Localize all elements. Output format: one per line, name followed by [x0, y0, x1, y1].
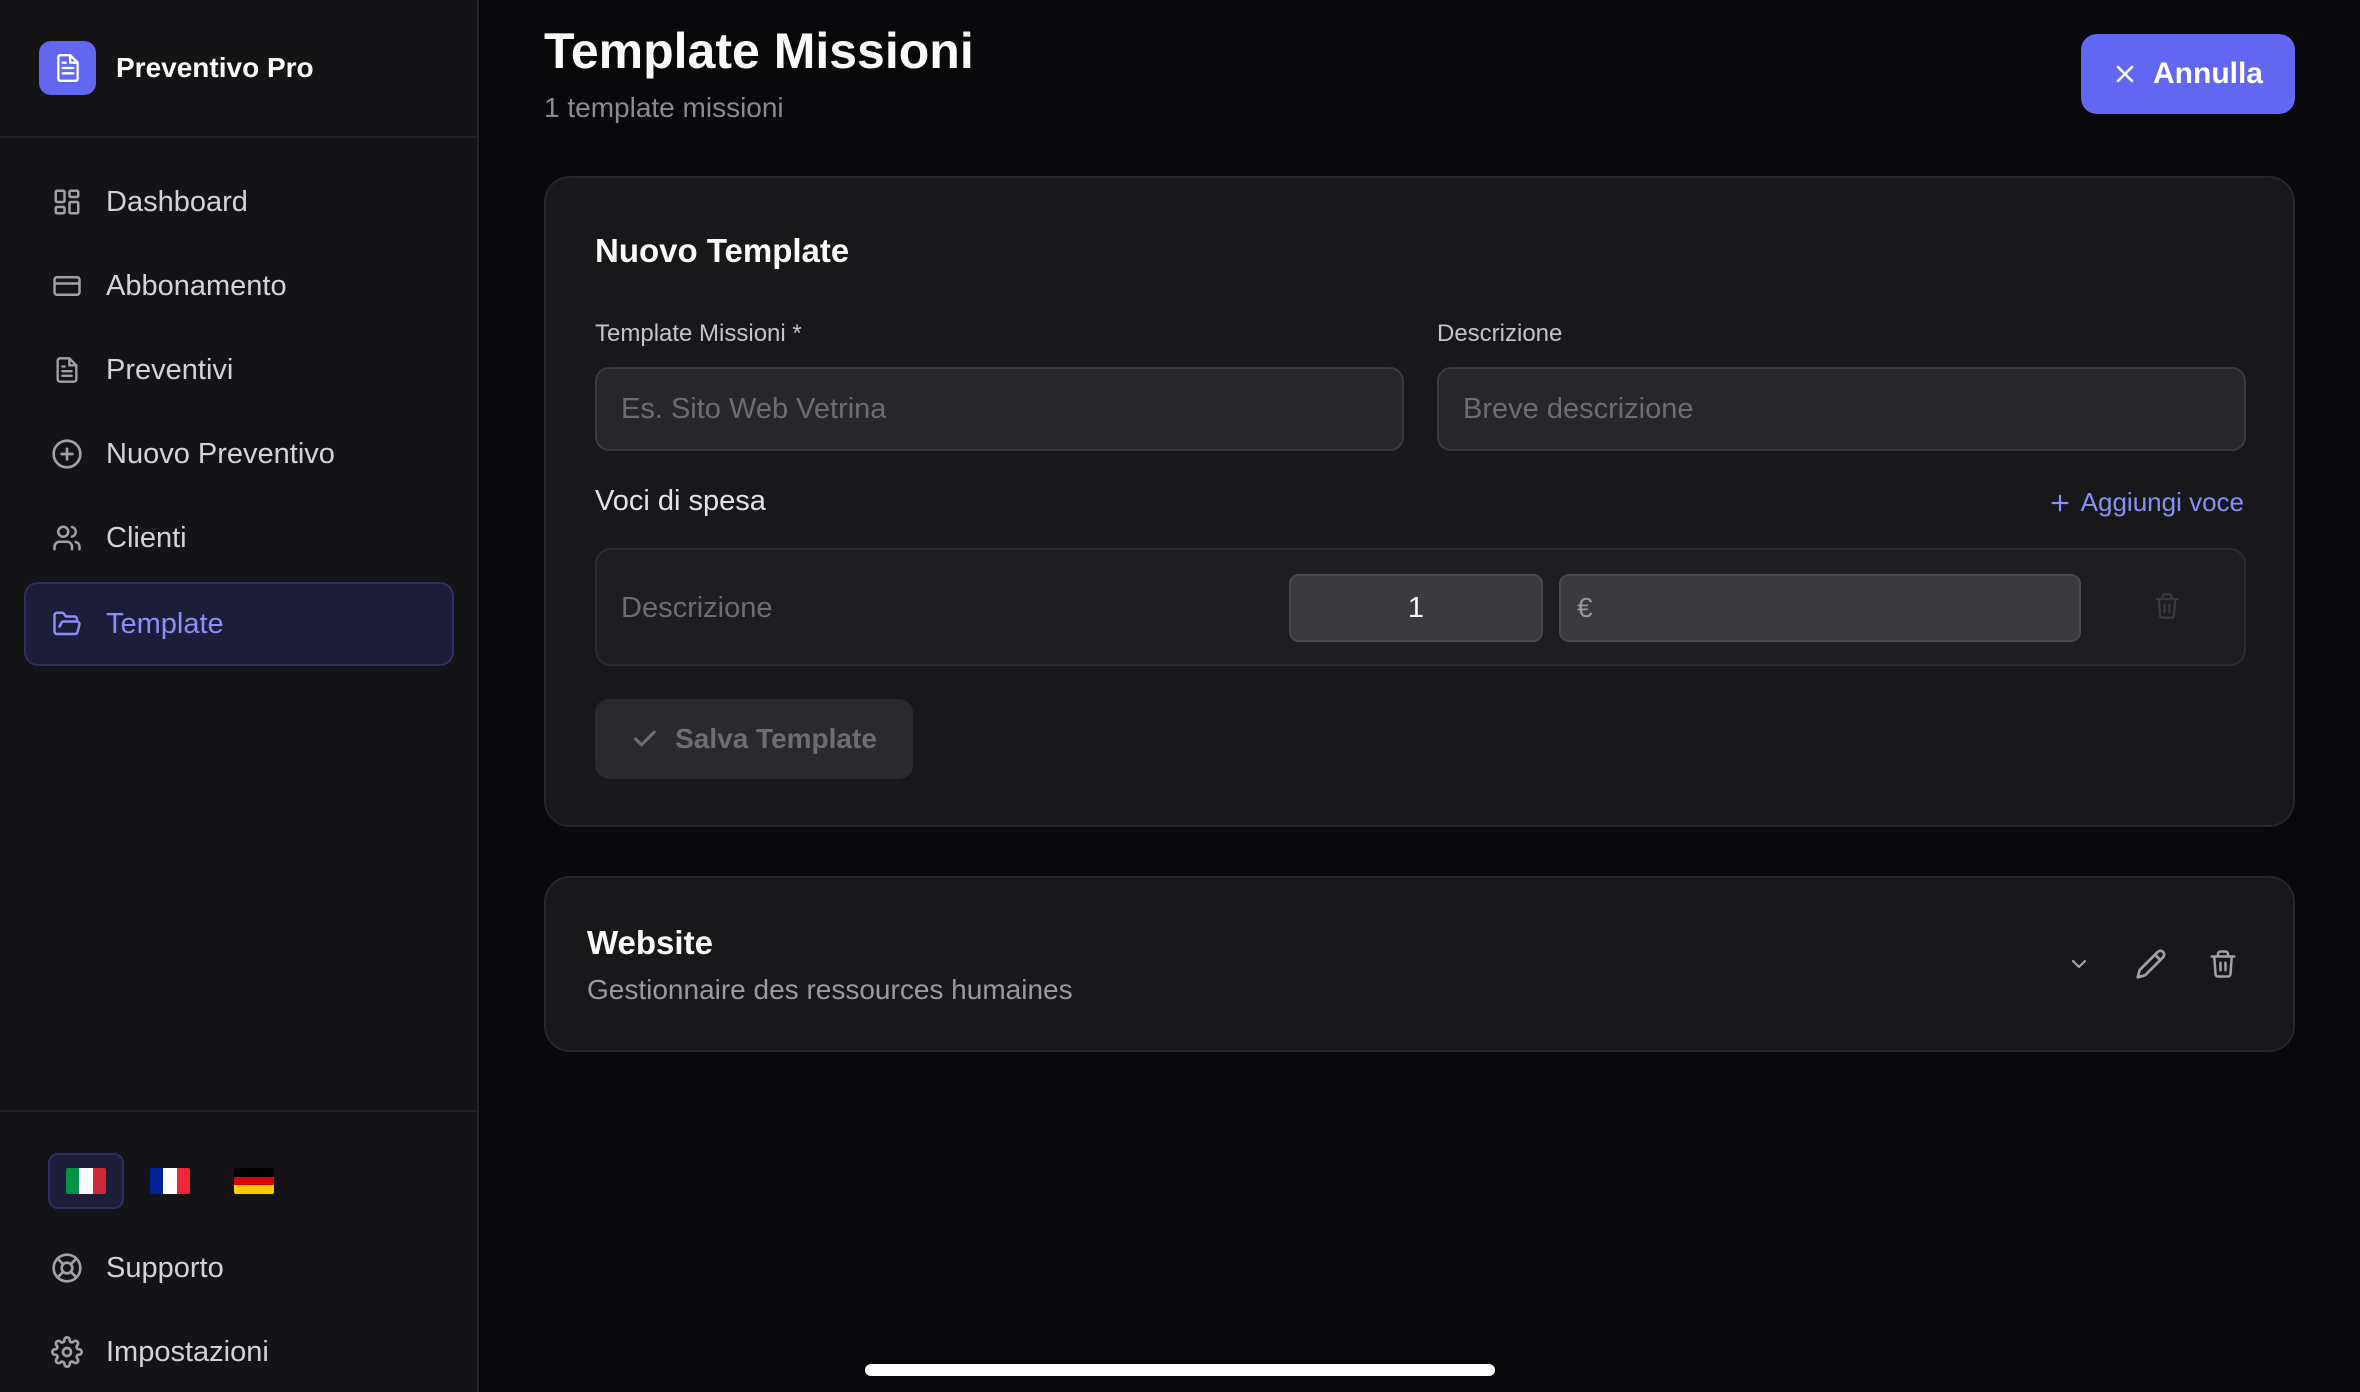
sidebar-item-label: Clienti — [106, 521, 187, 554]
template-description: Gestionnaire des ressources humaines — [587, 974, 1073, 1005]
sidebar-item-label: Abbonamento — [106, 269, 287, 302]
template-title: Website — [587, 924, 713, 961]
sidebar-divider — [0, 136, 477, 138]
dashboard-icon — [50, 185, 84, 219]
language-switcher — [48, 1153, 300, 1209]
users-icon — [50, 521, 84, 555]
trash-icon[interactable] — [2203, 944, 2243, 984]
template-card[interactable]: Website Gestionnaire des ressources huma… — [544, 876, 2295, 1052]
sidebar: Preventivo Pro Dashboard Abbonamento Pre… — [0, 0, 479, 1392]
plus-icon — [2049, 492, 2071, 514]
template-actions — [2027, 944, 2243, 984]
sidebar-item-label: Impostazioni — [106, 1335, 269, 1368]
check-icon — [631, 725, 659, 753]
sidebar-item-preventivi[interactable]: Preventivi — [24, 328, 454, 412]
edit-pencil-icon[interactable] — [2131, 944, 2171, 984]
credit-card-icon — [50, 269, 84, 303]
save-template-button[interactable]: Salva Template — [595, 699, 913, 779]
cancel-button[interactable]: Annulla — [2081, 34, 2295, 114]
add-item-button[interactable]: Aggiungi voce — [2049, 487, 2244, 518]
flag-france-icon — [150, 1168, 190, 1194]
sidebar-item-dashboard[interactable]: Dashboard — [24, 160, 454, 244]
sidebar-item-label: Supporto — [106, 1251, 224, 1284]
sidebar-item-abbonamento[interactable]: Abbonamento — [24, 244, 454, 328]
brand[interactable]: Preventivo Pro — [39, 41, 314, 95]
folder-open-icon — [50, 607, 84, 641]
trash-icon[interactable] — [2153, 590, 2181, 622]
sidebar-item-impostazioni[interactable]: Impostazioni — [24, 1310, 454, 1392]
cancel-button-label: Annulla — [2153, 57, 2263, 90]
sidebar-item-label: Dashboard — [106, 185, 248, 218]
template-name-placeholder: Es. Sito Web Vetrina — [621, 392, 887, 425]
document-icon — [50, 353, 84, 387]
language-de-button[interactable] — [216, 1153, 292, 1209]
language-fr-button[interactable] — [132, 1153, 208, 1209]
sidebar-item-clienti[interactable]: Clienti — [24, 496, 454, 580]
template-name-input[interactable]: Es. Sito Web Vetrina — [595, 367, 1404, 451]
app-name: Preventivo Pro — [116, 52, 314, 83]
chevron-down-icon[interactable] — [2059, 944, 2099, 984]
lifebuoy-icon — [50, 1251, 84, 1285]
sidebar-nav: Dashboard Abbonamento Preventivi Nuovo P… — [24, 160, 454, 666]
description-label: Descrizione — [1437, 320, 1563, 347]
flag-italy-icon — [66, 1168, 106, 1194]
sidebar-item-label: Preventivi — [106, 353, 234, 386]
description-input[interactable]: Breve descrizione — [1437, 367, 2246, 451]
plus-circle-icon — [50, 437, 84, 471]
flag-germany-icon — [234, 1168, 274, 1194]
sidebar-bottom-nav: Supporto Impostazioni — [24, 1226, 454, 1392]
expense-price-input[interactable]: € — [1559, 574, 2081, 642]
app-logo-icon — [39, 41, 96, 95]
new-template-form: Nuovo Template Template Missioni * Es. S… — [544, 176, 2295, 827]
form-title: Nuovo Template — [595, 232, 850, 269]
sidebar-item-nuovo-preventivo[interactable]: Nuovo Preventivo — [24, 412, 454, 496]
home-indicator — [865, 1364, 1495, 1376]
expense-row: Descrizione 1 € — [595, 548, 2246, 666]
page-subtitle: 1 template missioni — [544, 92, 784, 123]
language-it-button[interactable] — [48, 1153, 124, 1209]
currency-prefix: € — [1577, 592, 1593, 623]
add-item-label: Aggiungi voce — [2080, 487, 2244, 517]
template-name-label: Template Missioni * — [595, 320, 802, 347]
gear-icon — [50, 1335, 84, 1369]
expense-quantity-input[interactable]: 1 — [1289, 574, 1543, 642]
sidebar-item-supporto[interactable]: Supporto — [24, 1226, 454, 1310]
save-template-label: Salva Template — [675, 723, 877, 754]
page-title: Template Missioni — [544, 23, 974, 79]
sidebar-item-label: Template — [106, 607, 224, 640]
sidebar-item-template[interactable]: Template — [24, 582, 454, 666]
close-icon — [2113, 62, 2137, 86]
expense-description-input[interactable]: Descrizione — [621, 592, 773, 625]
description-placeholder: Breve descrizione — [1463, 392, 1694, 425]
sidebar-divider — [0, 1110, 477, 1112]
sidebar-item-label: Nuovo Preventivo — [106, 437, 335, 470]
expenses-section-label: Voci di spesa — [595, 485, 766, 517]
